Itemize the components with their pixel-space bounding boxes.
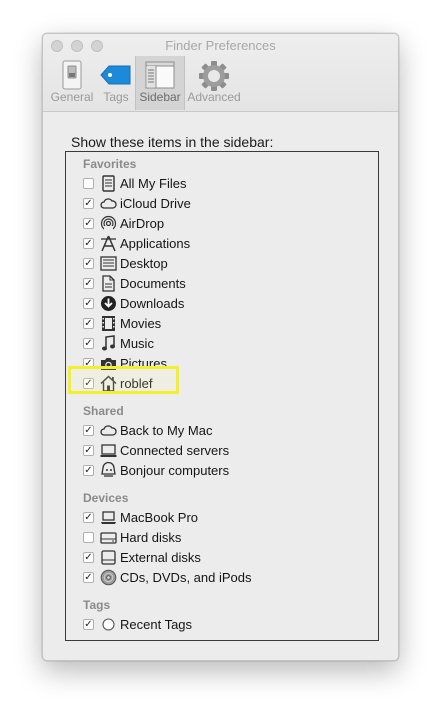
sidebar-item-label: Movies: [120, 316, 162, 331]
sidebar-item-all-my-files[interactable]: All My Files: [83, 175, 363, 193]
tag-icon: [100, 65, 131, 85]
music-icon: [102, 335, 115, 351]
tab-sidebar[interactable]: Sidebar: [135, 56, 185, 110]
sidebar-item-bonjour-computers[interactable]: ✓ Bonjour computers: [83, 462, 363, 480]
switch-icon: [62, 60, 82, 90]
checkbox[interactable]: ✓: [83, 619, 94, 630]
checkbox[interactable]: ✓: [83, 298, 94, 309]
sidebar-item-label: Desktop: [120, 256, 168, 271]
sidebar-item-documents[interactable]: ✓ Documents: [83, 275, 363, 293]
display-icon: [100, 444, 117, 457]
downloads-icon: [101, 296, 116, 311]
sidebar-icon: [145, 61, 175, 89]
checkbox[interactable]: ✓: [83, 465, 94, 476]
laptop-icon: [101, 511, 116, 524]
sidebar-item-label: Bonjour computers: [120, 463, 230, 478]
sidebar-item-applications[interactable]: ✓ Applications: [83, 235, 363, 253]
sidebar-item-icloud-drive[interactable]: ✓ iCloud Drive: [83, 195, 363, 213]
tab-general[interactable]: General: [47, 56, 97, 110]
finder-preferences-window: Finder Preferences General Tags Sidebar …: [42, 33, 399, 661]
sidebar-item-desktop[interactable]: ✓ Desktop: [83, 255, 363, 273]
bonjour-icon: [101, 462, 116, 477]
sidebar-item-label: MacBook Pro: [120, 510, 199, 525]
external-disk-icon: [101, 550, 116, 565]
sidebar-item-label: Downloads: [120, 296, 185, 311]
cloud-icon: [100, 425, 117, 436]
tab-sidebar-label: Sidebar: [139, 90, 181, 104]
checkbox[interactable]: ✓: [83, 218, 94, 229]
toolbar: Finder Preferences General Tags Sidebar …: [43, 34, 398, 112]
sidebar-item-label: iCloud Drive: [120, 196, 191, 211]
sidebar-item-label: Applications: [120, 236, 191, 251]
sidebar-item-label: Documents: [120, 276, 186, 291]
checkbox[interactable]: [83, 532, 94, 543]
tab-tags-label: Tags: [103, 90, 129, 104]
checkbox[interactable]: [83, 178, 94, 189]
sidebar-item-macbook-pro[interactable]: ✓ MacBook Pro: [83, 509, 363, 527]
checkbox[interactable]: ✓: [83, 572, 94, 583]
tab-general-label: General: [50, 90, 94, 104]
sidebar-item-airdrop[interactable]: ✓ AirDrop: [83, 215, 363, 233]
sidebar-item-label: Recent Tags: [120, 617, 193, 632]
checkbox[interactable]: ✓: [83, 512, 94, 523]
hard-disk-icon: [100, 532, 117, 544]
checkbox[interactable]: ✓: [83, 552, 94, 563]
highlight-annotation: [68, 366, 179, 394]
tab-advanced-label: Advanced: [187, 90, 241, 104]
airdrop-icon: [100, 215, 117, 232]
sidebar-item-label: CDs, DVDs, and iPods: [120, 570, 252, 585]
sidebar-item-label: Hard disks: [120, 530, 182, 545]
sidebar-items-list: Favorites All My Files ✓ iCloud Drive ✓: [65, 151, 379, 641]
tab-advanced[interactable]: Advanced: [183, 56, 245, 110]
sidebar-item-recent-tags[interactable]: ✓ Recent Tags: [83, 616, 363, 634]
sidebar-item-back-to-my-mac[interactable]: ✓ Back to My Mac: [83, 422, 363, 440]
sidebar-item-label: Back to My Mac: [120, 423, 213, 438]
tab-tags[interactable]: Tags: [97, 56, 135, 110]
checkbox[interactable]: ✓: [83, 338, 94, 349]
checkbox[interactable]: ✓: [83, 238, 94, 249]
sidebar-items-heading: Show these items in the sidebar:: [71, 134, 274, 150]
sidebar-item-downloads[interactable]: ✓ Downloads: [83, 295, 363, 313]
documents-icon: [102, 275, 115, 292]
sidebar-item-label: AirDrop: [120, 216, 165, 231]
desktop-icon: [100, 256, 117, 271]
sidebar-item-hard-disks[interactable]: Hard disks: [83, 529, 363, 547]
sidebar-item-movies[interactable]: ✓ Movies: [83, 315, 363, 333]
applications-icon: [101, 235, 116, 252]
section-title-tags: Tags: [83, 598, 111, 612]
gear-icon: [199, 61, 229, 91]
sidebar-item-label: Connected servers: [120, 443, 230, 458]
cloud-icon: [100, 198, 117, 209]
checkbox[interactable]: ✓: [83, 278, 94, 289]
all-my-files-icon: [102, 175, 115, 192]
section-title-shared: Shared: [83, 404, 124, 418]
checkbox[interactable]: ✓: [83, 318, 94, 329]
window-title: Finder Preferences: [165, 38, 276, 53]
section-title-devices: Devices: [83, 491, 129, 505]
checkbox[interactable]: ✓: [83, 445, 94, 456]
movies-icon: [102, 316, 115, 331]
sidebar-item-label: All My Files: [120, 176, 187, 191]
sidebar-item-external-disks[interactable]: ✓ External disks: [83, 549, 363, 567]
sidebar-item-music[interactable]: ✓ Music: [83, 335, 363, 353]
sidebar-item-cds-dvds-ipods[interactable]: ✓ CDs, DVDs, and iPods: [83, 569, 363, 587]
tag-circle-icon: [102, 618, 115, 631]
sidebar-item-label: External disks: [120, 550, 201, 565]
checkbox[interactable]: ✓: [83, 198, 94, 209]
disc-icon: [100, 569, 117, 586]
sidebar-item-connected-servers[interactable]: ✓ Connected servers: [83, 442, 363, 460]
section-title-favorites: Favorites: [83, 157, 137, 171]
checkbox[interactable]: ✓: [83, 425, 94, 436]
sidebar-item-label: Music: [120, 336, 154, 351]
checkbox[interactable]: ✓: [83, 258, 94, 269]
